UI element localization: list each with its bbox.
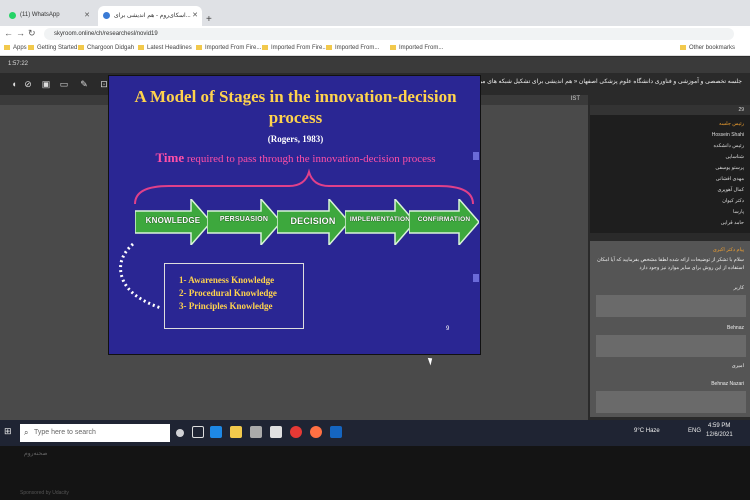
windows-taskbar: ⊞ Type here to search ⌕ 9°C Haze ENG 4:5… [0, 420, 750, 446]
back-icon[interactable]: ← [4, 28, 13, 38]
monitor-bezel: صحنه‌روم Sponsored by Udacity [0, 446, 750, 500]
bookmark-item[interactable]: Imported From Fire... [196, 45, 261, 51]
app-icon[interactable] [270, 426, 282, 438]
bookmark-item[interactable]: Chargoon Didgah [78, 45, 134, 51]
word-icon[interactable] [330, 426, 342, 438]
slide-marker [473, 274, 479, 282]
stage-label: DECISION [290, 216, 336, 226]
speaker-icon[interactable]: ◖ [8, 78, 20, 90]
participant-list: 29 رئیس جلسه Hossein Shahi رئیس دانشکده … [590, 105, 750, 233]
participant-name[interactable]: حامد قرایی [721, 220, 744, 226]
url-field[interactable]: skyroom.online/ch/researchesl/novid19 [44, 28, 734, 40]
screenshot: (11) WhatsApp ✕ اسکای‌روم - هم اندیشی بر… [0, 0, 750, 500]
participant-name[interactable]: رئیس دانشکده [713, 143, 744, 149]
stage-label: KNOWLEDGE [145, 216, 201, 225]
task-view-icon[interactable] [192, 426, 204, 438]
screen-share-icon[interactable]: ▭ [58, 78, 70, 90]
mic-off-icon[interactable]: ⊘ [22, 78, 34, 90]
reload-icon[interactable]: ↻ [28, 28, 36, 39]
stage-label: PERSUASION [219, 216, 269, 223]
participant-header: 29 [590, 105, 750, 115]
slide-marker [473, 152, 479, 160]
bookmark-item[interactable]: Getting Started [28, 45, 77, 51]
stage-arrow-decision: DECISION [277, 199, 349, 245]
bookmark-item[interactable]: Imported From... [390, 45, 443, 51]
chat-message-block [596, 335, 746, 357]
stage-arrow-implementation: IMPLEMENTATION [345, 199, 415, 245]
chat-message-block [596, 391, 746, 413]
whatsapp-icon [9, 12, 16, 19]
forward-icon[interactable]: → [16, 28, 25, 38]
tab-label: (11) WhatsApp [20, 12, 60, 18]
side-panel: 29 رئیس جلسه Hossein Shahi رئیس دانشکده … [588, 95, 750, 420]
chat-message: سلام با تشکر از توضیحات ارائه شده لطفا م… [597, 257, 744, 263]
tab-whatsapp[interactable]: (11) WhatsApp ✕ [4, 6, 94, 26]
session-timer: 1:57:22 [8, 61, 29, 67]
bookmark-item[interactable]: Latest Headlines [138, 45, 192, 51]
chat-sender: کاربر [733, 285, 744, 291]
participant-name[interactable]: شناسایی [726, 154, 745, 160]
participant-name[interactable]: کمال آهوپری [718, 187, 745, 193]
clock-date[interactable]: 12/6/2021 [706, 432, 733, 438]
search-icon: ⌕ [24, 428, 29, 437]
chat-title: پیام دکتر اکبری [712, 247, 744, 253]
bookmark-item[interactable]: Imported From Fire... [262, 45, 327, 51]
presentation-slide: A Model of Stages in the innovation-deci… [108, 75, 481, 355]
participant-name[interactable]: پارسا [733, 209, 744, 215]
tab-label: اسکای‌روم - هم اندیشی برای... [114, 13, 191, 19]
clock-time[interactable]: 4:59 PM [708, 423, 730, 429]
bookmarks-bar: Apps Getting Started Chargoon Didgah Lat… [0, 42, 750, 56]
slide-page-number: 9 [446, 326, 450, 332]
participant-name[interactable]: مهدی افشانی [716, 176, 744, 182]
chat-sender: امیری [731, 363, 744, 369]
bookmark-item[interactable]: Imported From... [326, 45, 379, 51]
chat-message-block [596, 295, 746, 317]
close-icon[interactable]: ✕ [192, 11, 198, 19]
store-icon[interactable] [250, 426, 262, 438]
language-indicator[interactable]: ENG [688, 428, 701, 434]
windows-start-icon[interactable]: ⊞ [4, 426, 12, 437]
chat-message: استفاده از این روش برای سایر موارد نیز و… [639, 265, 744, 271]
chat-sender: Behnaz [727, 325, 744, 331]
knowledge-type: 3- Principles Knowledge [179, 301, 273, 311]
firefox-icon[interactable] [310, 426, 322, 438]
file-explorer-icon[interactable] [230, 426, 242, 438]
participant-count: 29 [738, 107, 744, 113]
knowledge-types-box: 1- Awareness Knowledge 2- Procedural Kno… [164, 263, 304, 329]
camera-icon[interactable]: ▣ [40, 78, 52, 90]
chat-panel: پیام دکتر اکبری سلام با تشکر از توضیحات … [590, 241, 750, 417]
participant-name[interactable]: دکتر کیوان [722, 198, 744, 204]
edge-icon[interactable] [210, 426, 222, 438]
bezel-caption: Sponsored by Udacity [20, 490, 69, 496]
stage-arrow-knowledge: KNOWLEDGE [135, 199, 211, 245]
other-bookmarks[interactable]: Other bookmarks [680, 45, 735, 51]
stage-label: CONFIRMATION [417, 216, 471, 223]
pen-icon[interactable]: ✎ [78, 78, 90, 90]
stage-arrow-persuasion: PERSUASION [207, 199, 281, 245]
taskbar-search[interactable]: Type here to search [20, 424, 170, 442]
knowledge-type: 2- Procedural Knowledge [179, 288, 277, 298]
timer-bar: 1:57:22 [0, 57, 750, 73]
participant-name[interactable]: رئیس جلسه [719, 121, 744, 127]
participant-name[interactable]: پرستو یوسفی [715, 165, 744, 171]
stage-label: IMPLEMENTATION [349, 216, 411, 223]
participant-name[interactable]: Hossein Shahi [712, 132, 744, 138]
bezel-text: صحنه‌روم [24, 451, 48, 457]
stage-arrow-confirmation: CONFIRMATION [409, 199, 479, 245]
share-label: IST [570, 96, 580, 102]
tab-skyroom[interactable]: اسکای‌روم - هم اندیشی برای... ✕ [98, 6, 202, 26]
chat-sender: Behnaz Nazari [711, 381, 744, 387]
weather-status[interactable]: 9°C Haze [634, 428, 660, 434]
close-icon[interactable]: ✕ [84, 11, 90, 19]
bookmark-item[interactable]: Apps [4, 45, 27, 51]
cortana-icon[interactable] [176, 429, 184, 437]
knowledge-type: 1- Awareness Knowledge [179, 275, 275, 285]
chrome-icon[interactable] [290, 426, 302, 438]
browser-tab-strip: (11) WhatsApp ✕ اسکای‌روم - هم اندیشی بر… [0, 0, 750, 26]
skyroom-icon [103, 12, 110, 19]
address-bar-row: ← → ↻ skyroom.online/ch/researchesl/novi… [0, 26, 750, 42]
new-tab-button[interactable]: + [206, 14, 212, 25]
